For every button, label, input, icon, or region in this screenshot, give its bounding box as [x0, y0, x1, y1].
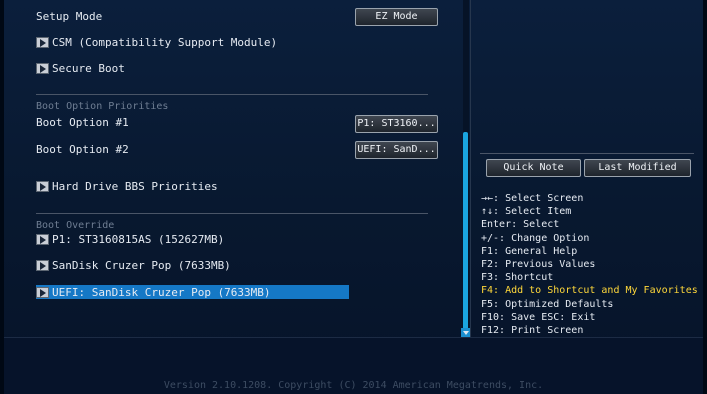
submenu-arrow-icon	[36, 287, 49, 298]
right-divider	[480, 153, 694, 154]
section-divider	[36, 94, 428, 95]
help-line: +/-: Change Option	[481, 232, 590, 244]
submenu-arrow-icon	[36, 37, 49, 48]
setup-mode-label: Setup Mode	[36, 10, 103, 23]
help-line: F1: General Help	[481, 245, 578, 257]
help-line: ↑↓: Select Item	[481, 206, 572, 218]
bios-screen: Setup Mode EZ Mode CSM (Compatibility Su…	[4, 0, 703, 394]
submenu-csm[interactable]: CSM (Compatibility Support Module)	[36, 36, 277, 49]
boot-override-item[interactable]: SanDisk Cruzer Pop (7633MB)	[36, 259, 231, 272]
submenu-secure-boot[interactable]: Secure Boot	[36, 62, 125, 75]
boot-option-1-value[interactable]: P1: ST3160...	[355, 115, 438, 133]
boot-override-item-selected[interactable]: UEFI: SanDisk Cruzer Pop (7633MB)	[36, 286, 271, 299]
boot-option-2-value[interactable]: UEFI: SanD...	[355, 141, 438, 159]
submenu-arrow-icon	[36, 181, 49, 192]
boot-override-item-label: SanDisk Cruzer Pop (7633MB)	[52, 259, 231, 272]
help-line: F10: Save ESC: Exit	[481, 311, 596, 323]
submenu-hdd-bbs[interactable]: Hard Drive BBS Priorities	[36, 180, 218, 193]
quick-note-button[interactable]: Quick Note	[486, 159, 581, 177]
last-modified-button[interactable]: Last Modified	[584, 159, 691, 177]
help-line: F12: Print Screen	[481, 325, 584, 337]
scrollbar-thumb[interactable]	[463, 132, 468, 332]
boot-override-item-label: P1: ST3160815AS (152627MB)	[52, 233, 225, 246]
help-line: F5: Optimized Defaults	[481, 298, 614, 310]
main-panel: Setup Mode EZ Mode CSM (Compatibility Su…	[4, 0, 466, 337]
submenu-arrow-icon	[36, 234, 49, 245]
submenu-csm-label: CSM (Compatibility Support Module)	[52, 36, 278, 49]
boot-option-1-label: Boot Option #1	[36, 116, 129, 129]
scroll-down-arrow-icon[interactable]	[461, 328, 470, 337]
help-list: →←: Select Screen ↑↓: Select Item Enter:…	[481, 192, 698, 337]
boot-option-2-label: Boot Option #2	[36, 143, 129, 156]
help-line: Enter: Select	[481, 219, 560, 231]
help-line: →←: Select Screen	[481, 193, 584, 204]
boot-priorities-header: Boot Option Priorities	[36, 101, 169, 112]
ez-mode-button[interactable]: EZ Mode	[355, 8, 438, 26]
boot-override-header: Boot Override	[36, 220, 115, 231]
help-line: F2: Previous Values	[481, 259, 596, 271]
submenu-arrow-icon	[36, 260, 49, 271]
boot-override-item[interactable]: P1: ST3160815AS (152627MB)	[36, 233, 224, 246]
submenu-secure-boot-label: Secure Boot	[52, 62, 125, 75]
boot-override-item-label: UEFI: SanDisk Cruzer Pop (7633MB)	[52, 286, 271, 299]
version-text: Version 2.10.1208. Copyright (C) 2014 Am…	[163, 380, 544, 391]
help-line-highlight: F4: Add to Shortcut and My Favorites	[481, 285, 698, 297]
help-line: F3: Shortcut	[481, 272, 554, 284]
submenu-arrow-icon	[36, 63, 49, 74]
submenu-hdd-bbs-label: Hard Drive BBS Priorities	[52, 180, 218, 193]
section-divider	[36, 213, 428, 214]
